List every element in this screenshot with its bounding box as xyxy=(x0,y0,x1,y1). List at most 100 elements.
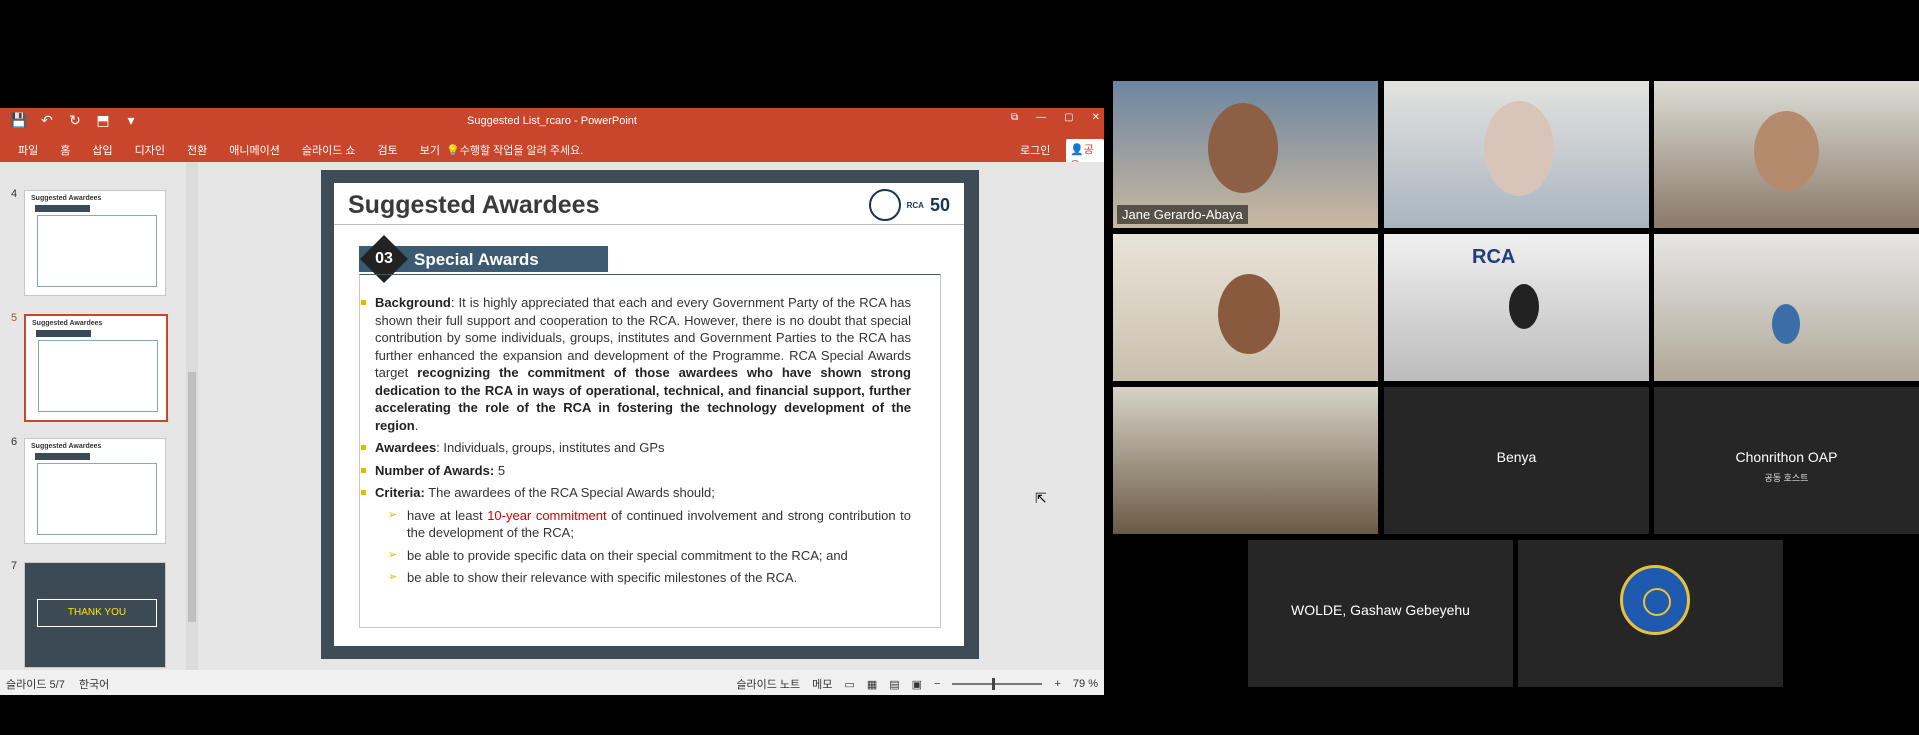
video-tile-chonrithon[interactable]: Chonrithon OAP 공동 호스트 xyxy=(1654,387,1919,534)
ribbon-options-icon[interactable]: ⧉ xyxy=(1011,112,1018,123)
thumb-title: Suggested Awardees xyxy=(31,443,102,450)
video-feed xyxy=(1113,387,1378,534)
thumbnail-scrollbar[interactable] xyxy=(186,162,198,670)
tab-slideshow[interactable]: 슬라이드 쇼 xyxy=(302,142,356,158)
video-tile[interactable] xyxy=(1113,234,1378,381)
maximize-icon[interactable]: ▢ xyxy=(1064,112,1073,123)
participant-name: Benya xyxy=(1496,449,1537,465)
document-title: Suggested List_rcaro - PowerPoint xyxy=(467,115,637,127)
video-tile-speaker[interactable]: Jane Gerardo-Abaya xyxy=(1113,81,1378,228)
reading-view-icon[interactable]: ▤ xyxy=(889,678,899,691)
slide-thumbnail-4[interactable]: Suggested Awardees xyxy=(24,190,166,296)
background-end: . xyxy=(414,417,419,433)
ribbon-tabs: 파일 홈 삽입 디자인 전환 애니메이션 슬라이드 쇼 검토 보기 💡수행할 작… xyxy=(0,136,1104,175)
video-tile-emblem[interactable] xyxy=(1518,540,1783,687)
participant-face xyxy=(1484,101,1554,196)
slide-thumbnail-7[interactable]: THANK YOU xyxy=(24,562,166,668)
video-feed: RCA xyxy=(1384,234,1649,381)
tab-home[interactable]: 홈 xyxy=(60,142,70,158)
awardees-label: Awardees xyxy=(375,440,437,455)
thumb-title: THANK YOU xyxy=(37,599,157,627)
participant-name: Chonrithon OAP xyxy=(1735,449,1838,465)
criteria-highlight: 10-year commitment xyxy=(487,507,607,523)
tell-me-label: 수행할 작업을 알려 주세요. xyxy=(459,145,584,157)
criteria-item: have at least 10-year commitment of cont… xyxy=(361,507,911,542)
background-label: Background xyxy=(375,295,451,310)
number-value: 5 xyxy=(497,462,506,478)
criteria-paragraph: Criteria: The awardees of the RCA Specia… xyxy=(361,484,911,502)
minimize-icon[interactable]: — xyxy=(1036,112,1046,123)
video-tile[interactable] xyxy=(1654,234,1919,381)
language-indicator[interactable]: 한국어 xyxy=(79,676,109,692)
criteria-item-text: be able to show their relevance with spe… xyxy=(407,570,798,585)
tab-view[interactable]: 보기 xyxy=(420,142,440,158)
video-tile[interactable] xyxy=(1113,387,1378,534)
thumb-number: 5 xyxy=(11,312,18,324)
zoom-level[interactable]: 79 % xyxy=(1073,678,1098,690)
criteria-item: be able to provide specific data on thei… xyxy=(361,547,911,565)
normal-view-icon[interactable]: ▭ xyxy=(844,678,854,691)
criteria-item: be able to show their relevance with spe… xyxy=(361,569,911,587)
room-sign: RCA xyxy=(1472,246,1516,268)
tab-animations[interactable]: 애니메이션 xyxy=(229,142,280,158)
tab-review[interactable]: 검토 xyxy=(378,142,398,158)
scrollbar-thumb[interactable] xyxy=(188,372,196,622)
video-tile[interactable] xyxy=(1654,81,1919,228)
background-paragraph: Background: It is highly appreciated tha… xyxy=(361,294,911,434)
rca-logo: RCA 50 xyxy=(868,189,950,221)
video-tile-wolde[interactable]: WOLDE, Gashaw Gebeyehu xyxy=(1248,540,1513,687)
number-label: Number of Awards: xyxy=(375,462,495,478)
login-link[interactable]: 로그인 xyxy=(1020,142,1050,158)
section-number: 03 xyxy=(375,250,393,267)
thumb-content-box xyxy=(38,340,158,412)
title-bar: 💾 ↶ ↻ ⬒ ▾ Suggested List_rcaro - PowerPo… xyxy=(0,108,1104,136)
slide-title: Suggested Awardees xyxy=(348,191,600,219)
criteria-item-text: have at least xyxy=(407,507,488,523)
slide-content: Background: It is highly appreciated tha… xyxy=(361,294,911,592)
anniversary-50: 50 xyxy=(929,194,950,215)
participant-face xyxy=(1509,284,1539,329)
lightbulb-icon: 💡 xyxy=(446,145,460,157)
slide-thumbnail-5[interactable]: Suggested Awardees xyxy=(24,314,168,422)
status-bar: 슬라이드 5/7 한국어 슬라이드 노트 메모 ▭ ▦ ▤ ▣ − + 79 % xyxy=(0,670,1104,695)
zoom-in-icon[interactable]: + xyxy=(1054,678,1060,690)
globe-icon xyxy=(868,189,901,221)
zoom-slider[interactable] xyxy=(952,678,1043,690)
video-feed xyxy=(1384,81,1649,228)
window-controls: ⧉ — ▢ ✕ xyxy=(1011,112,1100,123)
number-paragraph: Number of Awards: 5 xyxy=(361,462,911,480)
video-tile[interactable]: RCA xyxy=(1384,234,1649,381)
zoom-out-icon[interactable]: − xyxy=(934,678,940,690)
thumb-content-box xyxy=(37,463,157,535)
close-icon[interactable]: ✕ xyxy=(1092,112,1100,123)
tab-file[interactable]: 파일 xyxy=(18,142,38,158)
slide-thumbnail-pane[interactable]: 4 Suggested Awardees 5 Suggested Awardee… xyxy=(0,162,184,670)
tell-me-box[interactable]: 💡수행할 작업을 알려 주세요. xyxy=(446,142,583,158)
thumb-section-bar xyxy=(35,205,90,212)
participant-face xyxy=(1208,103,1278,193)
zoom-slider-knob[interactable] xyxy=(992,678,996,690)
criteria-label: Criteria: xyxy=(375,485,425,500)
tab-transitions[interactable]: 전환 xyxy=(187,142,207,158)
awardees-paragraph: Awardees: Individuals, groups, institute… xyxy=(361,439,911,457)
slideshow-view-icon[interactable]: ▣ xyxy=(912,678,922,691)
thumb-number: 6 xyxy=(11,436,18,448)
person-icon: 👤 xyxy=(1070,144,1084,156)
slide-counter: 슬라이드 5/7 xyxy=(6,679,65,691)
participant-face xyxy=(1772,304,1800,344)
participant-name: Jane Gerardo-Abaya xyxy=(1117,205,1248,224)
video-tile-benya[interactable]: Benya xyxy=(1384,387,1649,534)
background-bold: recognizing the commitment of those awar… xyxy=(375,365,911,433)
notes-button[interactable]: 슬라이드 노트 xyxy=(736,676,800,692)
slide-thumbnail-6[interactable]: Suggested Awardees xyxy=(24,438,166,544)
sorter-view-icon[interactable]: ▦ xyxy=(867,678,877,691)
video-feed xyxy=(1654,234,1919,381)
logo-text: RCA xyxy=(906,200,924,210)
video-feed xyxy=(1113,234,1378,381)
participant-name: WOLDE, Gashaw Gebeyehu xyxy=(1291,602,1470,618)
comments-button[interactable]: 메모 xyxy=(812,676,832,692)
tab-insert[interactable]: 삽입 xyxy=(92,142,112,158)
video-feed xyxy=(1654,81,1919,228)
tab-design[interactable]: 디자인 xyxy=(135,142,165,158)
video-tile[interactable] xyxy=(1384,81,1649,228)
